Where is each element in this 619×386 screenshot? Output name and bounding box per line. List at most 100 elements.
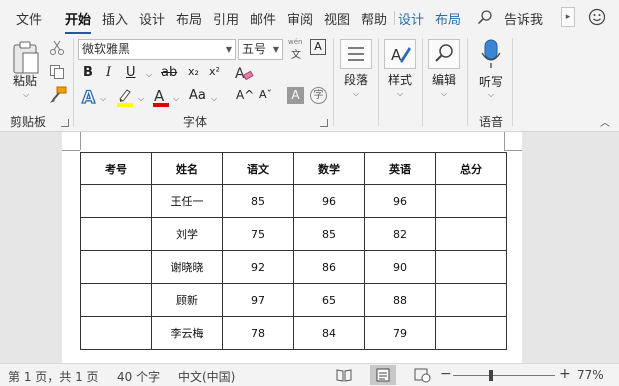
smiley-feedback-icon[interactable] <box>588 8 606 26</box>
editing-search-icon[interactable] <box>428 39 460 69</box>
font-color-dropdown-icon[interactable]: ⌵ <box>173 94 179 104</box>
table-cell[interactable]: 85 <box>293 217 365 251</box>
table-cell[interactable]: 96 <box>364 184 436 218</box>
shrink-font-button[interactable]: Aˇ <box>259 88 272 101</box>
language-status[interactable]: 中文(中国) <box>178 368 235 385</box>
zoom-in-button[interactable]: + <box>559 366 571 382</box>
zoom-slider-thumb[interactable] <box>488 370 493 381</box>
print-layout-icon[interactable] <box>370 365 396 385</box>
table-cell[interactable]: 75 <box>222 217 294 251</box>
table-cell[interactable]: 顾新 <box>151 283 223 317</box>
paste-icon[interactable] <box>11 40 41 76</box>
table-cell[interactable]: 王任一 <box>151 184 223 218</box>
table-header-cell[interactable]: 姓名 <box>151 152 223 185</box>
table-cell[interactable]: 84 <box>293 316 365 350</box>
underline-button[interactable]: U <box>126 65 136 80</box>
character-shading-icon[interactable]: A <box>287 87 304 104</box>
font-launcher-icon[interactable] <box>320 119 328 127</box>
text-effects-dropdown-icon[interactable]: ⌵ <box>100 94 106 104</box>
styles-icon[interactable]: A <box>384 39 416 69</box>
table-cell[interactable] <box>80 316 152 350</box>
table-cell[interactable]: 90 <box>364 250 436 284</box>
format-painter-icon[interactable] <box>49 86 67 104</box>
document-page[interactable]: 考号 姓名 语文 数学 英语 总分 王任一 85 96 96 刘学 75 85 … <box>62 132 522 363</box>
table-cell[interactable] <box>435 316 507 350</box>
table-cell[interactable]: 刘学 <box>151 217 223 251</box>
dictate-button-label[interactable]: 听写 <box>479 73 503 90</box>
tab-mailings[interactable]: 邮件 <box>250 9 276 28</box>
page-count-status[interactable]: 第 1 页，共 1 页 <box>8 368 99 385</box>
cut-scissors-icon[interactable] <box>49 40 65 56</box>
collapse-ribbon-icon[interactable]: ︿ <box>600 114 610 129</box>
highlight-dropdown-icon[interactable]: ⌵ <box>138 94 144 104</box>
zoom-out-button[interactable]: − <box>440 366 452 382</box>
tab-review[interactable]: 审阅 <box>287 9 313 28</box>
paragraph-icon[interactable] <box>340 39 372 69</box>
table-cell[interactable]: 92 <box>222 250 294 284</box>
score-table[interactable]: 考号 姓名 语文 数学 英语 总分 王任一 85 96 96 刘学 75 85 … <box>80 152 507 350</box>
table-cell[interactable] <box>80 217 152 251</box>
table-cell[interactable]: 65 <box>293 283 365 317</box>
table-header-cell[interactable]: 英语 <box>364 152 436 185</box>
font-color-icon[interactable]: A <box>152 87 170 107</box>
enclose-characters-icon[interactable]: 字 <box>310 87 327 104</box>
zoom-slider-track[interactable] <box>453 375 555 376</box>
zoom-level-text[interactable]: 77% <box>577 368 604 382</box>
phonetic-guide-top[interactable]: wén <box>288 38 302 46</box>
tab-insert[interactable]: 插入 <box>102 9 128 28</box>
clipboard-launcher-icon[interactable] <box>61 119 69 127</box>
tab-layout[interactable]: 布局 <box>176 9 202 28</box>
tab-design[interactable]: 设计 <box>139 9 165 28</box>
styles-button-label[interactable]: 样式 <box>388 71 412 88</box>
table-header-cell[interactable]: 数学 <box>293 152 365 185</box>
character-border-icon[interactable]: A <box>310 39 326 55</box>
table-header-cell[interactable]: 总分 <box>435 152 507 185</box>
word-count-status[interactable]: 40 个字 <box>117 368 160 385</box>
table-cell[interactable]: 谢晓晓 <box>151 250 223 284</box>
strikethrough-button[interactable]: ab <box>161 65 177 80</box>
editing-dropdown-chevron[interactable]: ⌵ <box>441 89 447 99</box>
tab-home[interactable]: 开始 <box>65 9 92 35</box>
ribbon-options-button[interactable]: ▸ <box>561 7 575 27</box>
phonetic-guide-char[interactable]: 文 <box>291 46 301 61</box>
superscript-button[interactable]: x² <box>209 65 220 78</box>
copy-icon[interactable] <box>49 64 65 80</box>
italic-button[interactable]: I <box>106 65 111 80</box>
editing-button-label[interactable]: 编辑 <box>432 71 456 88</box>
table-cell[interactable] <box>80 250 152 284</box>
microphone-icon[interactable] <box>480 39 502 69</box>
underline-dropdown-icon[interactable]: ⌵ <box>146 70 152 80</box>
grow-font-button[interactable]: A^ <box>236 88 254 102</box>
tab-file[interactable]: 文件 <box>16 9 42 28</box>
tell-me-search[interactable]: 告诉我 <box>504 9 543 28</box>
clear-formatting-icon[interactable]: A <box>234 64 254 82</box>
change-case-button[interactable]: Aa <box>189 88 206 103</box>
table-cell[interactable]: 96 <box>293 184 365 218</box>
table-cell[interactable]: 86 <box>293 250 365 284</box>
read-mode-icon[interactable] <box>331 365 357 385</box>
tab-table-layout[interactable]: 布局 <box>435 9 461 28</box>
table-header-cell[interactable]: 语文 <box>222 152 294 185</box>
subscript-button[interactable]: x₂ <box>188 65 199 78</box>
table-cell[interactable]: 82 <box>364 217 436 251</box>
table-cell[interactable] <box>435 283 507 317</box>
table-cell[interactable] <box>80 184 152 218</box>
tab-help[interactable]: 帮助 <box>361 9 387 28</box>
text-effects-icon[interactable]: A <box>80 87 98 107</box>
table-cell[interactable]: 79 <box>364 316 436 350</box>
lightbulb-search-icon[interactable] <box>477 9 493 25</box>
table-header-cell[interactable]: 考号 <box>80 152 152 185</box>
styles-dropdown-chevron[interactable]: ⌵ <box>397 89 403 99</box>
paragraph-dropdown-chevron[interactable]: ⌵ <box>353 89 359 99</box>
highlight-color-icon[interactable] <box>115 87 135 107</box>
bold-button[interactable]: B <box>83 65 93 80</box>
table-cell[interactable]: 88 <box>364 283 436 317</box>
paste-dropdown-chevron[interactable]: ⌵ <box>23 90 29 100</box>
table-cell[interactable]: 78 <box>222 316 294 350</box>
table-cell[interactable]: 85 <box>222 184 294 218</box>
table-cell[interactable]: 97 <box>222 283 294 317</box>
dictate-dropdown-chevron[interactable]: ⌵ <box>488 90 494 100</box>
paste-button-label[interactable]: 粘贴 <box>13 72 37 89</box>
table-cell[interactable] <box>435 217 507 251</box>
table-cell[interactable]: 李云梅 <box>151 316 223 350</box>
